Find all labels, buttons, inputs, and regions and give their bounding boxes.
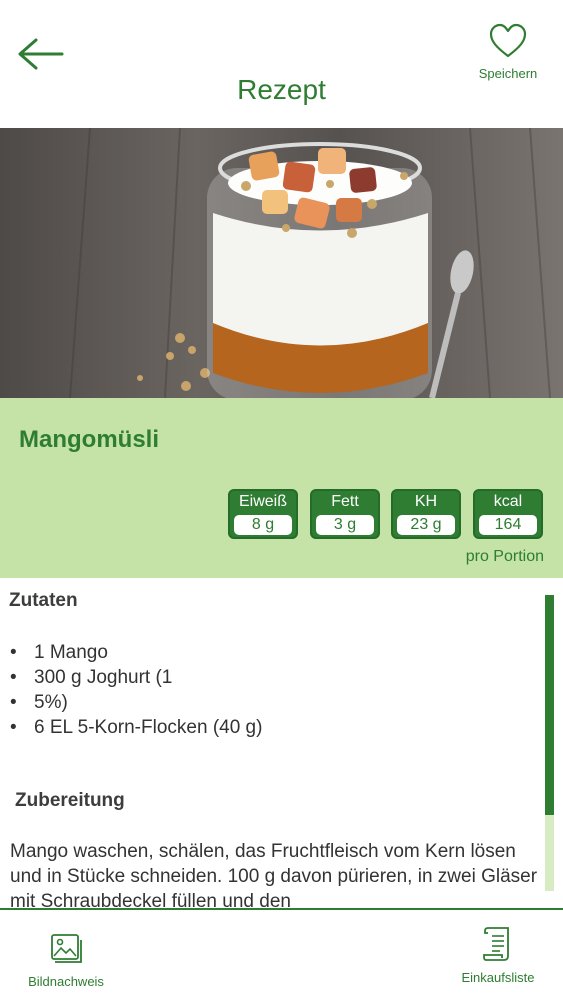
image-credits-label: Bildnachweis <box>28 974 104 989</box>
ingredients-heading: Zutaten <box>9 590 78 611</box>
recipe-content[interactable]: Zutaten 1 Mango 300 g Joghurt (1 5%) 6 E… <box>0 578 563 908</box>
scrollbar[interactable] <box>545 595 554 891</box>
nutrition-label: Eiweiß <box>238 493 287 510</box>
recipe-info-panel: Mangomüsli Eiweiß 8 g Fett 3 g KH 23 g k… <box>0 398 563 578</box>
nutrition-value: 23 g <box>397 515 455 535</box>
app-header: Rezept Speichern <box>0 0 563 128</box>
heart-icon <box>489 23 527 58</box>
shopping-list-label: Einkaufsliste <box>461 970 535 985</box>
save-label: Speichern <box>478 66 538 81</box>
nutrition-badge-protein: Eiweiß 8 g <box>228 489 298 539</box>
image-credits-button[interactable]: Bildnachweis <box>16 932 116 989</box>
nutrition-badge-carbs: KH 23 g <box>391 489 461 539</box>
list-item: 1 Mango <box>10 640 262 665</box>
scrollbar-thumb[interactable] <box>545 595 554 815</box>
nutrition-badge-kcal: kcal 164 <box>473 489 543 539</box>
save-button[interactable]: Speichern <box>466 22 550 88</box>
image-gallery-icon <box>51 934 82 963</box>
preparation-heading: Zubereitung <box>15 790 125 811</box>
list-item: 300 g Joghurt (1 <box>10 665 262 690</box>
nutrition-value: 8 g <box>234 515 292 535</box>
preparation-text: Mango waschen, schälen, das Fruchtfleisc… <box>10 841 538 908</box>
back-button[interactable] <box>14 32 66 76</box>
nutrition-value: 164 <box>479 515 537 535</box>
ingredients-list: 1 Mango 300 g Joghurt (1 5%) 6 EL 5-Korn… <box>10 640 262 740</box>
recipe-photo <box>0 128 563 398</box>
nutrition-label: KH <box>414 493 438 510</box>
shopping-list-button[interactable]: Einkaufsliste <box>448 926 548 985</box>
arrow-left-icon <box>18 38 64 70</box>
list-item: 6 EL 5-Korn-Flocken (40 g) <box>10 715 262 740</box>
nutrition-badge-fat: Fett 3 g <box>310 489 380 539</box>
recipe-name: Mangomüsli <box>19 426 160 453</box>
nutrition-label: Fett <box>331 493 359 510</box>
recipe-photo-illustration <box>69 128 551 398</box>
nutrition-value: 3 g <box>316 515 374 535</box>
per-portion-label: pro Portion <box>465 548 544 565</box>
nutrition-label: kcal <box>493 493 523 510</box>
bottom-bar: Bildnachweis Einkaufsliste <box>0 908 563 1000</box>
list-item: 5%) <box>10 690 262 715</box>
shopping-list-icon <box>483 927 509 961</box>
